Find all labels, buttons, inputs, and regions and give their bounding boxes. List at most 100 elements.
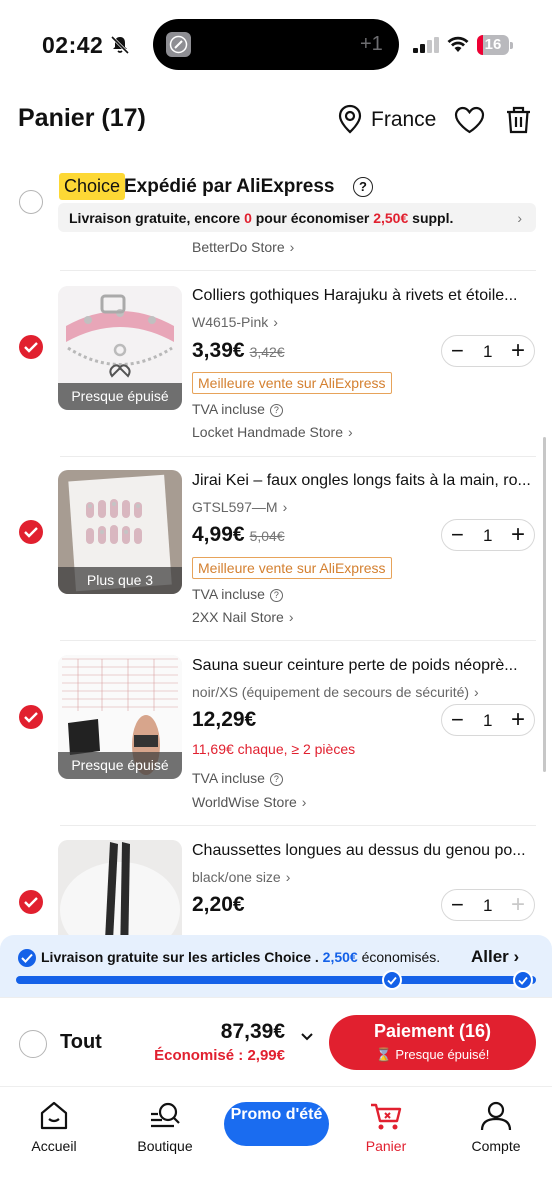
product-price: 2,20€: [192, 893, 245, 917]
store-link[interactable]: WorldWise Store ›: [192, 794, 306, 810]
free-shipping-bar[interactable]: Livraison gratuite, encore 0 pour économ…: [58, 203, 536, 232]
quantity-value: 1: [483, 711, 493, 730]
variant-selector[interactable]: black/one size ›: [192, 869, 290, 885]
decrease-button[interactable]: −: [451, 338, 464, 364]
quantity-stepper[interactable]: − 1 +: [441, 335, 535, 367]
promo-go-button[interactable]: Aller ›: [471, 947, 519, 967]
quantity-value: 1: [483, 342, 493, 361]
help-icon[interactable]: ?: [353, 177, 373, 197]
item-checkbox[interactable]: [19, 705, 43, 729]
select-all-checkbox[interactable]: [19, 1030, 47, 1058]
decrease-button[interactable]: −: [451, 522, 464, 548]
quantity-value: 1: [483, 526, 493, 545]
item-checkbox[interactable]: [19, 520, 43, 544]
shipping-suffix: suppl.: [408, 210, 454, 226]
chevron-right-icon: ›: [285, 869, 291, 885]
increase-button[interactable]: +: [511, 706, 525, 734]
shipping-mid: pour économiser: [251, 210, 374, 226]
heart-icon[interactable]: [454, 106, 485, 134]
store-name: WorldWise Store: [192, 794, 297, 810]
info-icon[interactable]: ?: [269, 404, 283, 417]
quantity-value: 1: [483, 896, 493, 915]
battery-icon: 16: [477, 35, 513, 55]
status-bar: 02:42 +1 16: [0, 0, 552, 90]
section-checkbox[interactable]: [19, 190, 43, 214]
savings-label: Économisé : 2,99€: [154, 1047, 285, 1064]
variant-selector[interactable]: W4615-Pink ›: [192, 314, 278, 330]
nav-shop-label: Boutique: [137, 1138, 193, 1154]
store-link[interactable]: 2XX Nail Store ›: [192, 609, 294, 625]
info-icon[interactable]: ?: [269, 589, 283, 602]
nav-cart[interactable]: Panier: [341, 1099, 431, 1154]
check-icon: [18, 949, 36, 967]
increase-button[interactable]: +: [511, 337, 525, 365]
stock-badge: Presque épuisé: [58, 383, 182, 410]
quantity-stepper[interactable]: − 1 +: [441, 889, 535, 921]
select-all-label[interactable]: Tout: [60, 1031, 102, 1054]
account-icon: [480, 1101, 512, 1131]
location-pin-icon[interactable]: [337, 104, 363, 134]
product-title[interactable]: Chaussettes longues au dessus du genou p…: [192, 842, 534, 860]
chevron-right-icon: ›: [289, 239, 295, 255]
compass-icon: [166, 32, 191, 57]
product-price: 4,99€ 5,04€: [192, 523, 285, 547]
product-title[interactable]: Colliers gothiques Harajuku à rivets et …: [192, 287, 534, 305]
increase-button[interactable]: +: [511, 521, 525, 549]
product-title[interactable]: Jirai Kei – faux ongles longs faits à la…: [192, 472, 534, 490]
store-link[interactable]: Locket Handmade Store ›: [192, 424, 353, 440]
increase-button[interactable]: +: [511, 891, 525, 919]
nav-home[interactable]: Accueil: [9, 1099, 99, 1154]
tva-note: TVA incluse?: [192, 770, 283, 786]
promo-progress-bar: [16, 976, 536, 984]
scroll-indicator[interactable]: [543, 437, 546, 772]
nav-account-label: Compte: [471, 1138, 521, 1154]
chevron-right-icon: ›: [517, 210, 522, 226]
location-selector[interactable]: France: [371, 108, 436, 132]
shipping-amount: 0: [244, 210, 252, 226]
divider: [60, 456, 536, 457]
product-image[interactable]: Presque épuisé: [58, 655, 182, 779]
nav-summer-promo[interactable]: Promo d'été: [224, 1102, 329, 1146]
choice-promo-banner[interactable]: Livraison gratuite sur les articles Choi…: [0, 935, 552, 997]
decrease-button[interactable]: −: [451, 707, 464, 733]
product-image[interactable]: Presque épuisé: [58, 286, 182, 410]
nav-account[interactable]: Compte: [451, 1099, 541, 1154]
nav-home-label: Accueil: [31, 1138, 77, 1154]
bestseller-tag: Meilleure vente sur AliExpress: [192, 372, 392, 394]
product-image[interactable]: Plus que 3: [58, 470, 182, 594]
stock-badge: Presque épuisé: [58, 752, 182, 779]
item-checkbox[interactable]: [19, 335, 43, 359]
quantity-stepper[interactable]: − 1 +: [441, 704, 535, 736]
store-link[interactable]: BetterDo Store ›: [192, 239, 294, 255]
info-icon[interactable]: ?: [269, 773, 283, 786]
item-checkbox[interactable]: [19, 890, 43, 914]
decrease-button[interactable]: −: [451, 892, 464, 918]
trash-icon[interactable]: [505, 105, 532, 135]
quantity-stepper[interactable]: − 1 +: [441, 519, 535, 551]
nav-shop[interactable]: Boutique: [120, 1099, 210, 1154]
shipping-prefix: Livraison gratuite, encore: [69, 210, 245, 226]
battery-level: 16: [484, 36, 502, 53]
variant-label: noir/XS (équipement de secours de sécuri…: [192, 684, 470, 700]
original-price: 5,04€: [249, 528, 285, 544]
nav-cart-label: Panier: [365, 1138, 407, 1154]
cart-icon: [371, 1103, 402, 1130]
checkout-button[interactable]: Paiement (16) ⌛ Presque épuisé!: [329, 1015, 536, 1070]
island-count: +1: [360, 33, 383, 55]
home-icon: [40, 1101, 68, 1130]
variant-selector[interactable]: GTSL597—M ›: [192, 499, 287, 515]
chevron-down-icon[interactable]: [300, 1032, 314, 1042]
price-value: 12,29€: [192, 708, 257, 731]
product-title[interactable]: Sauna sueur ceinture perte de poids néop…: [192, 657, 534, 675]
variant-selector[interactable]: noir/XS (équipement de secours de sécuri…: [192, 684, 479, 700]
price-value: 2,20€: [192, 893, 245, 916]
shipping-saving: 2,50€: [373, 210, 409, 226]
cart-header: Panier (17) France: [0, 96, 552, 146]
divider: [60, 640, 536, 641]
cart-total: 87,39€: [220, 1020, 285, 1043]
checkout-sublabel: ⌛ Presque épuisé!: [375, 1047, 490, 1062]
variant-label: black/one size: [192, 869, 281, 885]
tva-label: TVA incluse: [192, 770, 265, 786]
tva-label: TVA incluse: [192, 586, 265, 602]
promo-label: Livraison gratuite sur les articles Choi…: [41, 949, 323, 965]
